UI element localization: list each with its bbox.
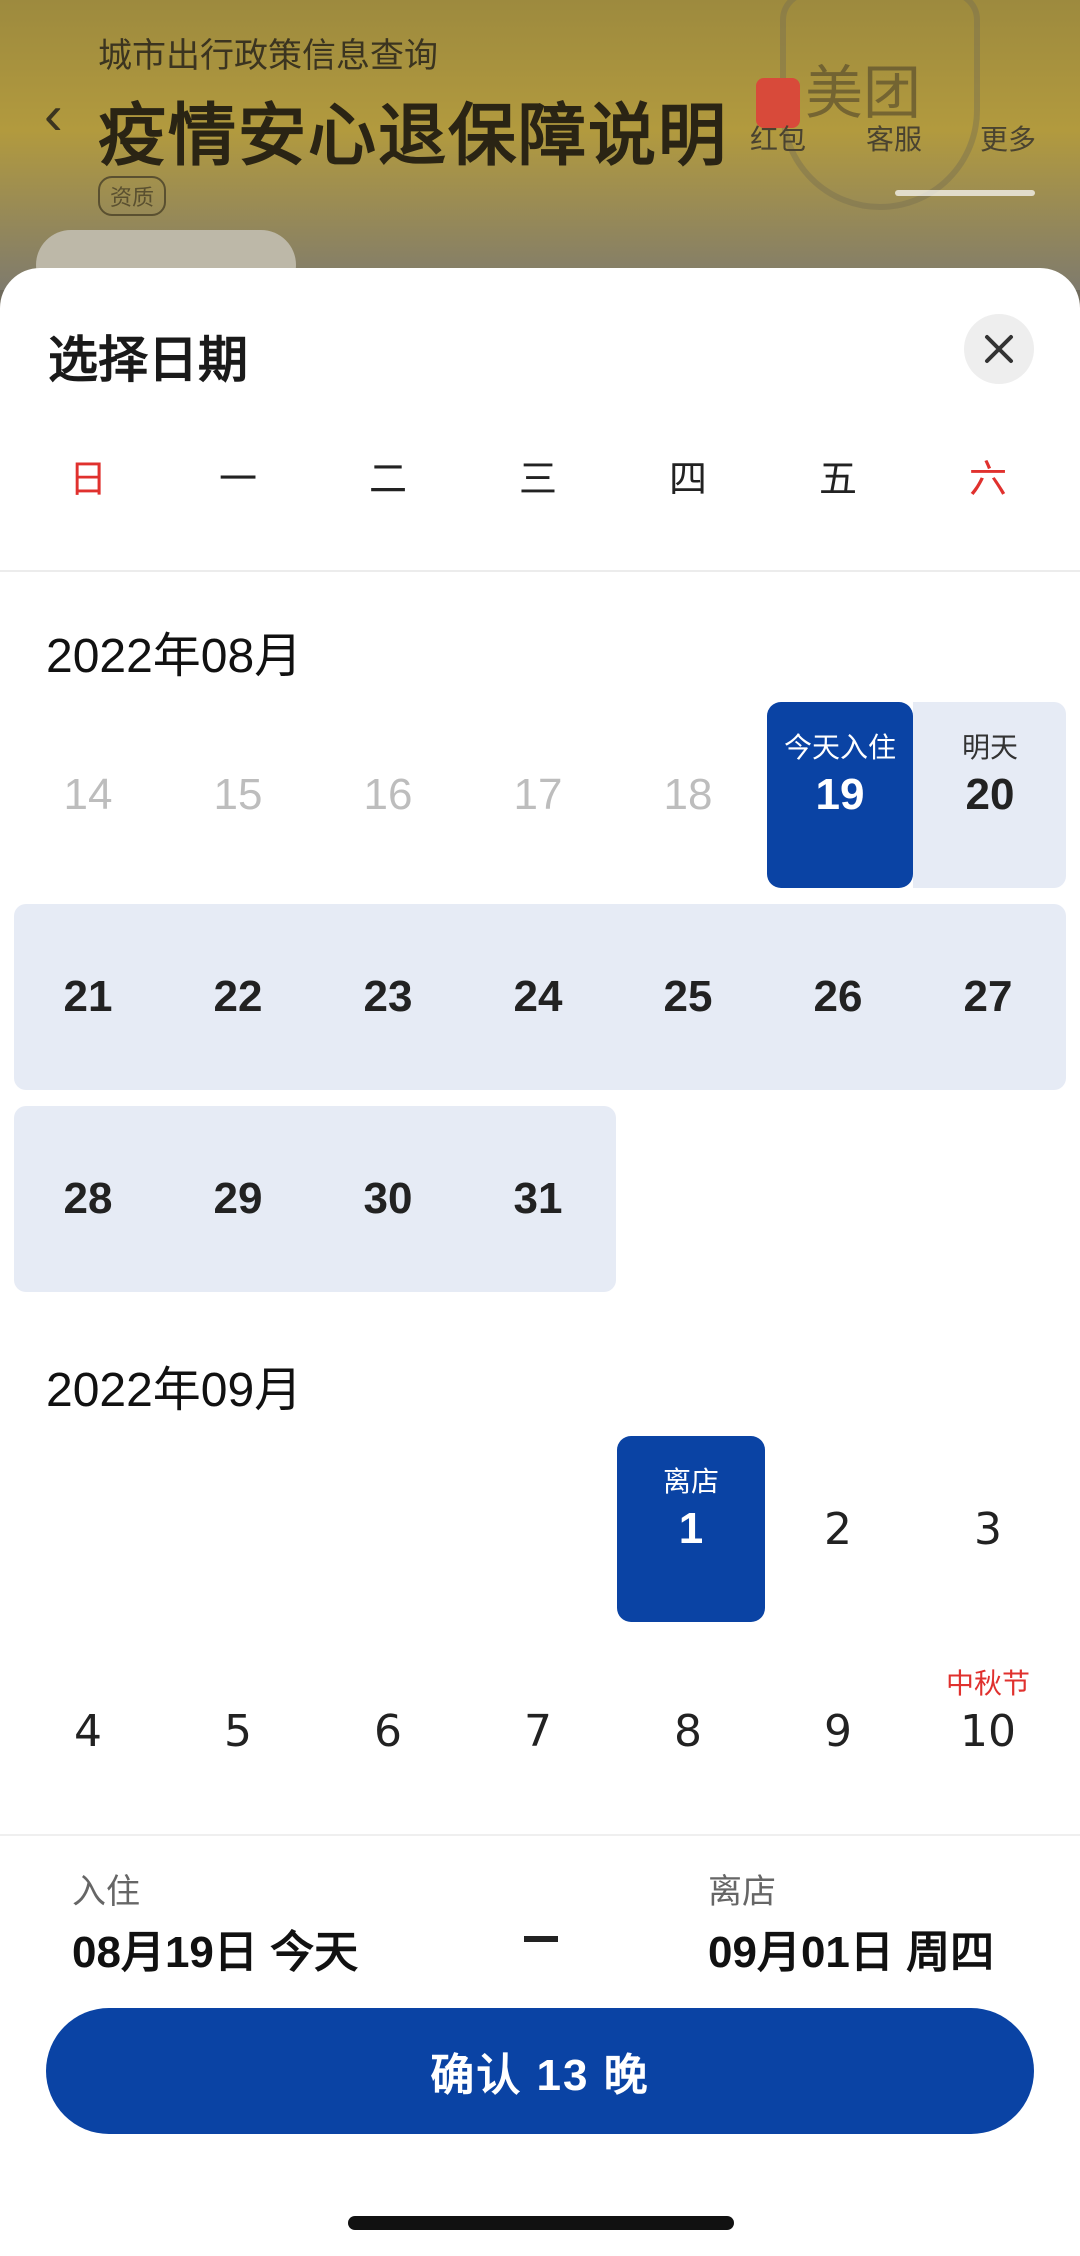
day-number: 30 — [363, 1174, 413, 1223]
calendar-day[interactable]: 5 — [163, 1638, 313, 1824]
close-button[interactable] — [964, 314, 1034, 384]
day-number: 2 — [824, 1504, 852, 1555]
weekday-sat: 六 — [968, 459, 1007, 501]
month-label-aug: 2022年08月 — [46, 630, 303, 683]
date-range-dash — [524, 1936, 558, 1942]
calendar-day[interactable]: 29 — [163, 1106, 313, 1292]
day-number: 10 — [960, 1706, 1016, 1757]
calendar-day[interactable]: 25 — [613, 904, 763, 1090]
day-tag: 离店 — [662, 1466, 719, 1497]
day-number: 16 — [363, 770, 413, 819]
day-number: 3 — [974, 1504, 1002, 1555]
calendar-day[interactable]: 明天 20 — [915, 702, 1065, 888]
day-number: 9 — [824, 1706, 852, 1757]
calendar-day[interactable]: 31 — [463, 1106, 613, 1292]
day-number: 18 — [663, 770, 713, 819]
action-redpacket: 红包 — [750, 124, 807, 155]
day-number: 1 — [678, 1504, 704, 1553]
checkout-value: 09月01日 周四 — [708, 1928, 995, 1977]
date-picker-sheet: 选择日期 日 一 二 三 四 五 六 2022年08月 14 15 16 17 … — [0, 268, 1080, 2256]
calendar-day: 14 — [13, 702, 163, 888]
day-number: 8 — [674, 1706, 702, 1757]
calendar-day[interactable]: 23 — [313, 904, 463, 1090]
day-number: 29 — [213, 1174, 263, 1223]
calendar-day[interactable]: 24 — [463, 904, 613, 1090]
checkout-label: 离店 — [708, 1873, 776, 1911]
checkin-label: 入住 — [72, 1873, 140, 1911]
calendar-day[interactable]: 22 — [163, 904, 313, 1090]
calendar-day[interactable]: 8 — [613, 1638, 763, 1824]
day-number: 14 — [63, 770, 113, 819]
day-number: 19 — [815, 770, 865, 819]
day-number: 28 — [63, 1174, 113, 1223]
action-service: 客服 — [866, 124, 923, 155]
calendar-day[interactable]: 6 — [313, 1638, 463, 1824]
background-page-banner: ‹ 城市出行政策信息查询 疫情安心退保障说明 资质 美团 红包 客服 更多 — [0, 0, 1080, 290]
calendar-day[interactable]: 9 — [763, 1638, 913, 1824]
weekday-wed: 三 — [518, 459, 557, 501]
checkin-value: 08月19日 今天 — [72, 1928, 359, 1977]
weekday-mon: 一 — [218, 459, 257, 501]
day-tag: 明天 — [961, 732, 1018, 763]
day-number: 7 — [524, 1706, 552, 1757]
day-number: 25 — [663, 972, 713, 1021]
confirm-button[interactable]: 确认 13 晚 — [46, 2008, 1034, 2134]
close-icon — [985, 335, 1013, 363]
day-number: 26 — [813, 972, 863, 1021]
calendar-day[interactable]: 3 — [913, 1436, 1063, 1622]
day-number: 22 — [213, 972, 263, 1021]
holiday-tag: 中秋节 — [945, 1668, 1030, 1699]
day-number: 21 — [63, 972, 113, 1021]
month-label-sep: 2022年09月 — [46, 1364, 303, 1417]
footer-divider — [0, 1834, 1080, 1836]
weekday-header: 日 一 二 三 四 五 六 — [0, 448, 1080, 508]
calendar-day-holiday[interactable]: 中秋节 10 — [913, 1638, 1063, 1824]
home-indicator — [348, 2216, 734, 2230]
day-number: 6 — [374, 1706, 402, 1757]
background-progress-bar — [895, 190, 1035, 196]
background-title: 疫情安心退保障说明 — [98, 98, 729, 174]
sheet-title: 选择日期 — [48, 332, 248, 388]
calendar-day[interactable]: 28 — [13, 1106, 163, 1292]
calendar-day[interactable]: 4 — [13, 1638, 163, 1824]
calendar-day[interactable]: 30 — [313, 1106, 463, 1292]
calendar-day: 18 — [613, 702, 763, 888]
day-tag: 今天入住 — [783, 732, 896, 763]
weekday-sun: 日 — [68, 459, 107, 501]
day-number: 27 — [963, 972, 1013, 1021]
divider — [0, 570, 1080, 572]
day-number: 20 — [965, 770, 1015, 819]
calendar-day-checkin[interactable]: 今天入住 19 — [765, 702, 915, 888]
calendar-day: 17 — [463, 702, 613, 888]
background-subtitle: 城市出行政策信息查询 — [98, 37, 438, 75]
day-number: 31 — [513, 1174, 563, 1223]
day-number: 5 — [224, 1706, 252, 1757]
calendar-day-checkout[interactable]: 离店 1 — [616, 1436, 766, 1622]
calendar-day: 16 — [313, 702, 463, 888]
calendar-day[interactable]: 2 — [763, 1436, 913, 1622]
action-more: 更多 — [980, 124, 1037, 155]
day-number: 23 — [363, 972, 413, 1021]
day-number: 15 — [213, 770, 263, 819]
day-number: 4 — [74, 1706, 102, 1757]
calendar-day[interactable]: 7 — [463, 1638, 613, 1824]
weekday-thu: 四 — [668, 459, 707, 501]
background-tag: 资质 — [98, 176, 167, 216]
day-number: 17 — [513, 770, 563, 819]
weekday-fri: 五 — [818, 459, 857, 501]
weekday-tue: 二 — [368, 459, 407, 501]
calendar-day: 15 — [163, 702, 313, 888]
back-arrow-icon: ‹ — [44, 83, 63, 146]
calendar-day[interactable]: 21 — [13, 904, 163, 1090]
day-number: 24 — [513, 972, 563, 1021]
calendar-day[interactable]: 27 — [913, 904, 1063, 1090]
calendar-day[interactable]: 26 — [763, 904, 913, 1090]
